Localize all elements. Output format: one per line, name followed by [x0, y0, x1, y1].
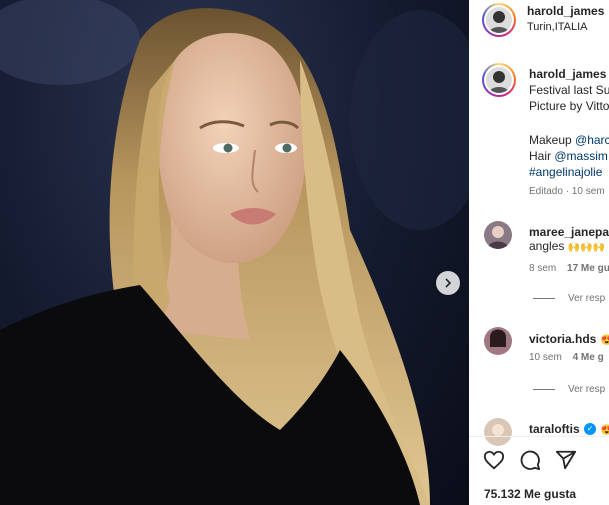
view-replies-button[interactable]: Ver resp: [533, 293, 605, 304]
action-bar-divider: [469, 436, 609, 437]
comment-likes[interactable]: 4 Me g: [573, 352, 604, 363]
post-side-panel: harold_james Turin,ITALIA harold_james F…: [469, 0, 609, 505]
makeup-artist-link[interactable]: @harc: [575, 133, 609, 147]
likes-count[interactable]: 75.132 Me gusta: [484, 487, 576, 501]
comment-body: angles: [529, 239, 565, 253]
makeup-label: Makeup: [529, 133, 576, 147]
comment-text: angles 🙌🙌🙌: [529, 239, 605, 253]
comment-age: 10 sem: [529, 352, 562, 363]
author-avatar: [486, 7, 512, 33]
caption-author-avatar: [486, 67, 512, 93]
commenter-avatar[interactable]: [484, 418, 512, 446]
caption-makeup-credit: Makeup @harc: [529, 133, 609, 147]
view-replies-label: Ver resp: [568, 293, 606, 304]
author-story-ring[interactable]: [482, 3, 516, 37]
comment-emoji: 😍: [600, 335, 609, 346]
caption-hair-credit: Hair @massim: [529, 149, 608, 163]
portrait-illustration: [0, 0, 469, 505]
caption-line-2: Picture by Vitto: [529, 99, 609, 113]
caption-line-1: Festival last Su: [529, 83, 609, 97]
commenter-username[interactable]: taraloftis: [529, 422, 580, 436]
caption-author-story-ring[interactable]: [482, 63, 516, 97]
post-location[interactable]: Turin,ITALIA: [527, 21, 588, 33]
commenter-username[interactable]: maree_janepa: [529, 225, 609, 239]
share-button[interactable]: [555, 449, 577, 476]
commenter-avatar[interactable]: [484, 221, 512, 249]
hashtag-link[interactable]: #angelinajolie: [529, 165, 602, 179]
comment-meta: 8 sem 17 Me gu: [529, 263, 609, 274]
view-replies-label: Ver resp: [568, 384, 606, 395]
caption-author-username[interactable]: harold_james: [529, 67, 606, 81]
comment-icon: [520, 450, 541, 471]
like-button[interactable]: [483, 449, 505, 476]
chevron-right-icon: [445, 278, 452, 288]
hair-label: Hair: [529, 149, 555, 163]
comment-likes[interactable]: 17 Me gu: [567, 263, 609, 274]
commenter-username[interactable]: victoria.hds: [529, 332, 596, 346]
comment-button[interactable]: [519, 449, 541, 476]
commenter-avatar[interactable]: [484, 327, 512, 355]
reply-line: [533, 388, 555, 390]
hair-artist-link[interactable]: @massim: [554, 149, 608, 163]
comment-age: 8 sem: [529, 263, 557, 274]
view-replies-button[interactable]: Ver resp: [533, 384, 605, 395]
heart-icon: [483, 450, 505, 470]
comment-header: victoria.hds 😍: [529, 330, 609, 348]
verified-icon: ✓: [584, 422, 597, 435]
comment-meta: 10 sem 4 Me g: [529, 352, 604, 363]
caption-meta: Editado · 10 sem: [529, 186, 605, 197]
post-image[interactable]: [0, 0, 469, 505]
comment-emoji: 🙌🙌🙌: [567, 242, 606, 253]
reply-line: [533, 297, 555, 299]
comment-emoji: 😍: [600, 425, 609, 436]
share-icon: [555, 450, 577, 470]
author-username[interactable]: harold_james: [527, 4, 604, 18]
next-image-button[interactable]: [436, 271, 460, 295]
